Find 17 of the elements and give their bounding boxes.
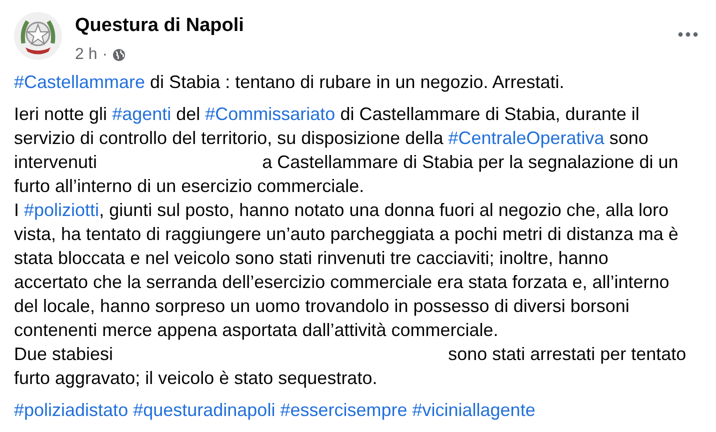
hashtag-link[interactable]: #CentraleOperativa [448,128,604,148]
page-name[interactable]: Questura di Napoli [75,14,661,38]
globe-icon [112,49,125,61]
separator: · [102,46,108,64]
hashtag-link[interactable]: #Commissariato [205,104,336,124]
hashtag-link[interactable]: #poliziadistato [14,400,128,420]
hashtag-link[interactable]: #poliziotti [24,200,100,220]
hashtag-link[interactable]: #agenti [112,104,172,124]
avatar[interactable] [14,12,62,60]
hashtag-link[interactable]: #viciniallagente [412,400,536,420]
more-icon [678,32,698,37]
post-time[interactable]: 2 h [75,46,98,64]
hashtag-link[interactable]: #Castellammare [14,72,146,92]
post-paragraph: Ieri notte gli #agenti del #Commissariato di Castellammare di Stabia, durante il servizio di controllo del territorio, su disposizione della #CentraleOperativa sono intervenuti a Castellammare di Stabia per la segnalazione di un furto all’interno di un esercizio commerciale. I #poliziotti, giunti sul posto, hanno notato una donna fuori al negozio che, alla loro vista, ha tentato di raggiungere un’auto parcheggiata a pochi metri di distanza ma è stata bloccata e nel veicolo sono stati rinvenuti tre cacciaviti; inoltre, hanno accertato che la serranda dell’esercizio commerciale era stata forzata e, all’interno del locale, hanno sorpreso un uomo trovandolo in possesso di diversi borsoni contenenti merce appena asportata dall’attività commerciale. Due stabiesi sono stati arrestati per tentato furto aggravato; il veicolo è stato sequestrato. [14,103,688,390]
hashtag-link[interactable]: #questuradinapoli [133,400,276,420]
hashtag-link[interactable]: #essercisempre [280,400,408,420]
post-paragraph: #Castellammare di Stabia : tentano di rubare in un negozio. Arrestati. [14,71,566,94]
